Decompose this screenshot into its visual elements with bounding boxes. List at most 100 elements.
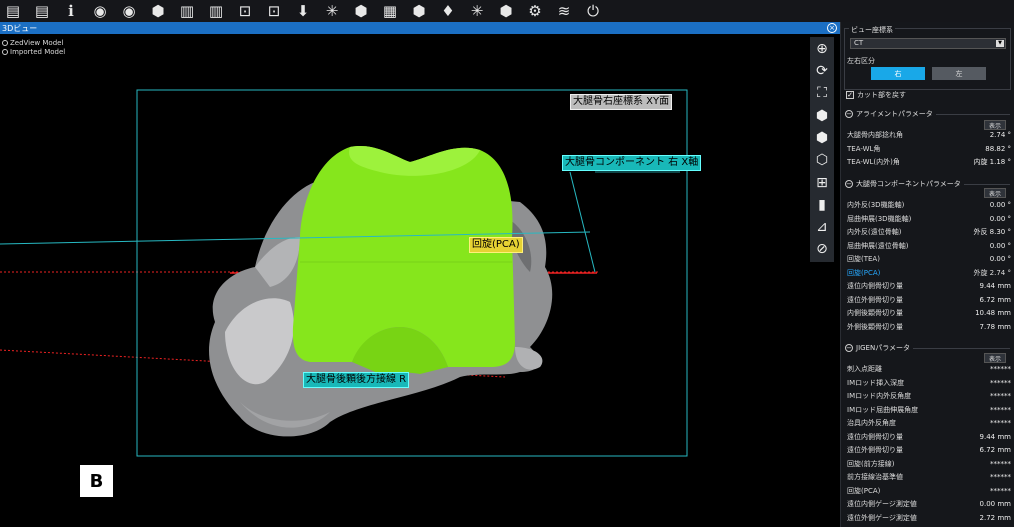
param-value: 7.78 mm	[979, 322, 1011, 331]
measure-angle-icon[interactable]: ⊿	[812, 217, 832, 237]
view-side-toolbar: ⊕ ⟳ ⛶ ⬢ ⬢ ⬡ ⊞ ▮ ⊿ ⊘	[810, 37, 834, 262]
zoom-in-icon[interactable]: ⊕	[812, 39, 832, 59]
param-name: 外側後顆骨切り量	[847, 322, 903, 331]
param-name: TEA-WL角	[847, 144, 881, 153]
right-side-button[interactable]: 右	[871, 67, 925, 80]
param-name: TEA-WL(内外)角	[847, 158, 900, 166]
param-name: 治具内外反角度	[847, 419, 896, 427]
param-row: 屈曲伸展(遠位骨軸) 0.00 °	[847, 240, 1011, 252]
param-value: ******	[990, 419, 1011, 427]
param-row: 前方接線治基準値 ******	[847, 471, 1011, 483]
radio-icon[interactable]	[2, 40, 8, 46]
radio-icon[interactable]	[2, 49, 8, 55]
model-cube-icon[interactable]: ⬢	[147, 1, 169, 21]
axis-icon[interactable]: ✳	[466, 1, 488, 21]
param-row: 屈曲伸展(3D機能軸) 0.00 °	[847, 213, 1011, 225]
param-value: 2.74 °	[989, 131, 1011, 139]
param-row: 遠位内側骨切り量 9.44 mm	[847, 431, 1011, 443]
3d-scene[interactable]	[0, 22, 840, 527]
param-name: 回旋(PCA)	[847, 268, 881, 277]
gear-icon[interactable]: ⚙	[524, 1, 546, 21]
info-icon[interactable]: ℹ	[60, 1, 82, 21]
param-value: 0.00 mm	[979, 500, 1011, 508]
target-icon[interactable]: ✳	[321, 1, 343, 21]
param-row: IMロッド内外反角度 ******	[847, 390, 1011, 402]
grid-icon[interactable]: ▦	[379, 1, 401, 21]
view-marker: B	[80, 462, 113, 497]
param-name: 内外反(3D機能軸)	[847, 201, 905, 209]
cube-check-icon[interactable]: ⬢	[495, 1, 517, 21]
param-name: IMロッド内外反角度	[847, 392, 912, 400]
fit-view-icon[interactable]: ⛶	[812, 84, 832, 104]
femoral-component-model	[292, 145, 515, 374]
show-button[interactable]: 表示	[984, 353, 1006, 363]
cube-solid-icon[interactable]: ⬢	[812, 128, 832, 148]
model-zedview[interactable]: ZedView Model	[2, 39, 63, 47]
open-icon[interactable]: ▤	[2, 1, 24, 21]
main-toolbar: ▤ ▤ ℹ ◉ ◉ ⬢ ▥ ▥ ⊡ ⊡ ⬇ ✳ ⬢ ▦ ⬢ ♦ ✳ ⬢ ⚙ ≋ ⏻	[0, 0, 1014, 22]
param-value: 0.00 °	[989, 201, 1011, 209]
param-name: 前方接線治基準値	[847, 473, 903, 481]
lightbulb-icon[interactable]: ♦	[437, 1, 459, 21]
param-name: 大腿骨内部捻れ角	[847, 131, 903, 139]
collapse-icon[interactable]: −	[845, 110, 853, 118]
rotate-icon[interactable]: ⟳	[812, 61, 832, 81]
component-axis-label: 大腿骨コンポーネント 右 X軸	[562, 155, 702, 171]
save-icon[interactable]: ▤	[31, 1, 53, 21]
cube-view-icon[interactable]: ⬢	[812, 106, 832, 126]
param-row: 内外反(遠位骨軸) 外反 8.30 °	[847, 226, 1011, 238]
coord-select-value: CT	[854, 39, 864, 47]
hierarchy-icon[interactable]: ⊞	[812, 173, 832, 193]
chart-bars-2-icon[interactable]: ▥	[205, 1, 227, 21]
coord-system-select[interactable]: CT ▼	[850, 38, 1006, 49]
cut-restore-checkbox[interactable]: ✓ カット部を戻す	[846, 90, 906, 100]
download-icon[interactable]: ⬇	[292, 1, 314, 21]
param-value: 2.72 mm	[979, 513, 1011, 522]
alignment-section-header[interactable]: − アライメントパラメータ	[845, 109, 1010, 119]
screenshot-icon[interactable]: ⊡	[234, 1, 256, 21]
param-row: 刺入点距離 ******	[847, 363, 1011, 375]
model-imported[interactable]: Imported Model	[2, 48, 65, 56]
param-row: 回旋(PCA) 外旋 2.74 °	[847, 267, 1011, 279]
posterior-line-label: 大腿骨後顆後方接線 R	[303, 372, 410, 388]
viewport-title: 3Dビュー	[2, 23, 38, 33]
camera-settings-icon[interactable]: ⊡	[263, 1, 285, 21]
param-row: 遠位外側骨切り量 6.72 mm	[847, 444, 1011, 456]
param-name: 回旋(前方接線)	[847, 459, 895, 468]
param-value: ******	[990, 365, 1011, 373]
view-eye-2-icon[interactable]: ◉	[118, 1, 140, 21]
param-value: ******	[990, 459, 1011, 468]
power-icon[interactable]: ⏻	[582, 1, 604, 21]
layers-icon[interactable]: ≋	[553, 1, 575, 21]
param-row: 大腿骨内部捻れ角 2.74 °	[847, 129, 1011, 141]
section-title: アライメントパラメータ	[856, 110, 933, 118]
cube-edit-icon[interactable]: ⬢	[408, 1, 430, 21]
param-value: 10.48 mm	[975, 309, 1011, 317]
cancel-icon[interactable]: ⊘	[812, 240, 832, 260]
param-row: 回旋(PCA) ******	[847, 485, 1011, 497]
param-value: 88.82 °	[985, 144, 1011, 153]
param-row: TEA-WL(内外)角 内旋 1.18 °	[847, 156, 1011, 168]
param-value: 0.00 °	[989, 214, 1011, 223]
param-row: 回旋(前方接線) ******	[847, 458, 1011, 470]
coord-label: ビュー座標系	[849, 25, 895, 35]
collapse-icon[interactable]: −	[845, 180, 853, 188]
param-name: 回旋(PCA)	[847, 486, 881, 495]
close-icon[interactable]: ×	[827, 23, 837, 33]
param-value: 9.44 mm	[979, 432, 1011, 441]
3d-viewport[interactable]: 3Dビュー × ZedView Model Imported Model 大腿骨…	[0, 22, 840, 527]
cube-wire-icon[interactable]: ⬡	[812, 150, 832, 170]
collapse-icon[interactable]: −	[845, 344, 853, 352]
ruler-icon[interactable]: ▮	[812, 195, 832, 215]
cube-alt-icon[interactable]: ⬢	[350, 1, 372, 21]
left-side-button[interactable]: 左	[932, 67, 986, 80]
param-value: ******	[990, 378, 1011, 387]
jigen-section-header[interactable]: − JIGENパラメータ	[845, 343, 1010, 353]
view-eye-icon[interactable]: ◉	[89, 1, 111, 21]
chevron-down-icon[interactable]: ▼	[996, 40, 1004, 47]
param-row: 内側後顆骨切り量 10.48 mm	[847, 307, 1011, 319]
chart-bars-icon[interactable]: ▥	[176, 1, 198, 21]
checkbox-icon[interactable]: ✓	[846, 91, 854, 99]
param-name: 刺入点距離	[847, 365, 882, 373]
show-button[interactable]: 表示	[984, 188, 1006, 198]
